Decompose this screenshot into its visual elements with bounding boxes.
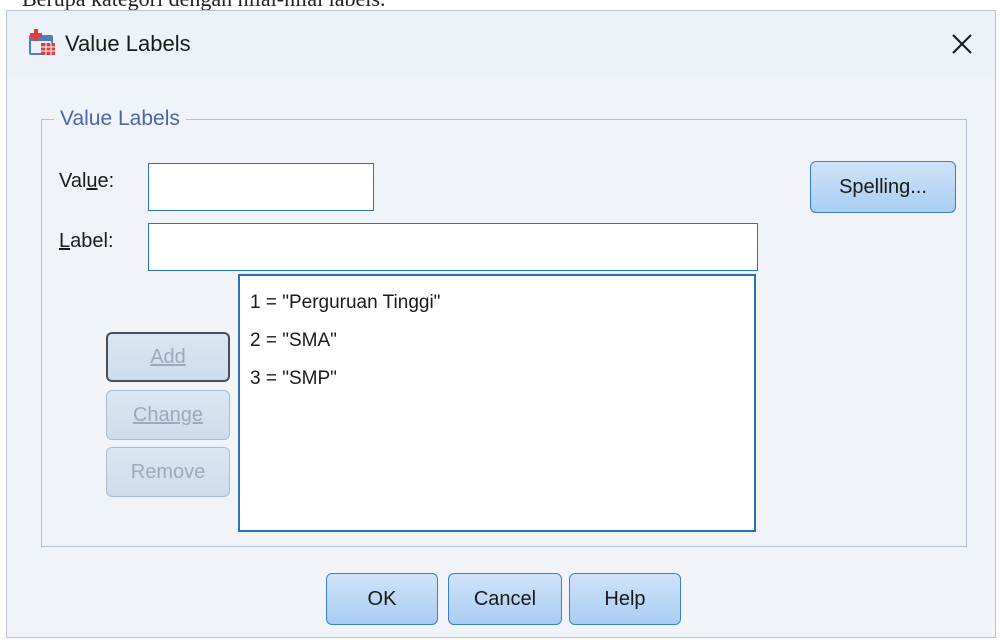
title-bar[interactable]: Value Labels <box>7 11 995 77</box>
list-item[interactable]: 2 = "SMA" <box>250 322 754 360</box>
help-button[interactable]: Help <box>569 573 681 625</box>
value-field-label: Value: <box>59 170 115 192</box>
label-field-label: Label: <box>59 230 114 252</box>
spelling-button[interactable]: Spelling... <box>810 161 956 213</box>
spelling-button-label: Spelling... <box>839 175 927 198</box>
change-button-label: Change <box>132 403 204 426</box>
close-icon <box>952 34 972 54</box>
cancel-button[interactable]: Cancel <box>448 573 562 625</box>
window-title: Value Labels <box>65 31 191 56</box>
value-labels-listbox[interactable]: 1 = "Perguruan Tinggi" 2 = "SMA" 3 = "SM… <box>238 274 756 532</box>
add-button[interactable]: Add <box>106 332 230 382</box>
group-legend: Value Labels <box>54 104 186 134</box>
add-button-label: Add <box>150 345 186 368</box>
list-item[interactable]: 1 = "Perguruan Tinggi" <box>250 284 754 322</box>
remove-button[interactable]: Remove <box>106 447 230 497</box>
background-text: Berupa kategori dengan nilai-nilai label… <box>22 0 385 10</box>
label-input[interactable] <box>148 223 758 271</box>
list-item[interactable]: 3 = "SMP" <box>250 360 754 398</box>
ok-button[interactable]: OK <box>326 573 438 625</box>
cancel-button-label: Cancel <box>473 587 537 610</box>
change-button[interactable]: Change <box>106 390 230 440</box>
remove-button-label: Remove <box>130 460 206 483</box>
value-labels-dialog: Value Labels Value Labels Value: Label: … <box>6 10 996 638</box>
close-button[interactable] <box>943 25 981 63</box>
value-input[interactable] <box>148 163 374 211</box>
help-button-label: Help <box>604 587 646 610</box>
spss-variable-icon <box>27 29 57 57</box>
ok-button-label: OK <box>367 587 397 610</box>
